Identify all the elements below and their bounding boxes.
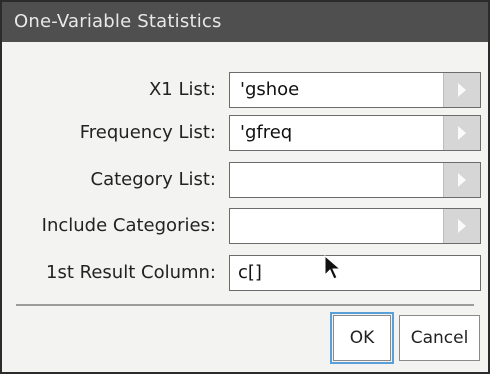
include-categories-dropdown[interactable] bbox=[229, 208, 481, 244]
x1-list-value: 'gshoe bbox=[240, 79, 300, 100]
frequency-list-label: Frequency List: bbox=[79, 122, 216, 143]
x1-list-label: X1 List: bbox=[148, 79, 216, 100]
dialog-title: One-Variable Statistics bbox=[2, 2, 488, 42]
x1-list-dropdown[interactable]: 'gshoe bbox=[229, 72, 481, 108]
first-result-column-label: 1st Result Column: bbox=[46, 262, 216, 283]
chevron-right-icon bbox=[458, 173, 466, 187]
frequency-list-dropdown-button[interactable] bbox=[443, 116, 480, 150]
chevron-right-icon bbox=[458, 126, 466, 140]
category-list-dropdown-button[interactable] bbox=[443, 163, 480, 197]
mouse-pointer-icon bbox=[324, 254, 342, 285]
frequency-list-row: Frequency List: 'gfreq bbox=[2, 110, 488, 156]
first-result-column-row: 1st Result Column: c[] bbox=[2, 250, 488, 296]
one-variable-statistics-dialog: One-Variable Statistics X1 List: 'gshoe … bbox=[0, 0, 490, 374]
first-result-column-input[interactable]: c[] bbox=[229, 255, 481, 291]
x1-list-row: X1 List: 'gshoe bbox=[2, 67, 488, 113]
frequency-list-dropdown[interactable]: 'gfreq bbox=[229, 115, 481, 151]
category-list-dropdown[interactable] bbox=[229, 162, 481, 198]
include-categories-dropdown-button[interactable] bbox=[443, 209, 480, 243]
include-categories-label: Include Categories: bbox=[41, 215, 216, 236]
x1-list-dropdown-button[interactable] bbox=[443, 73, 480, 107]
button-separator bbox=[16, 304, 474, 306]
ok-button[interactable]: OK bbox=[330, 312, 394, 364]
first-result-column-value: c[] bbox=[238, 262, 262, 283]
chevron-right-icon bbox=[458, 83, 466, 97]
cancel-button[interactable]: Cancel bbox=[399, 315, 480, 361]
category-list-label: Category List: bbox=[90, 169, 216, 190]
frequency-list-value: 'gfreq bbox=[240, 122, 293, 143]
chevron-right-icon bbox=[458, 219, 466, 233]
category-list-row: Category List: bbox=[2, 157, 488, 203]
include-categories-row: Include Categories: bbox=[2, 203, 488, 249]
